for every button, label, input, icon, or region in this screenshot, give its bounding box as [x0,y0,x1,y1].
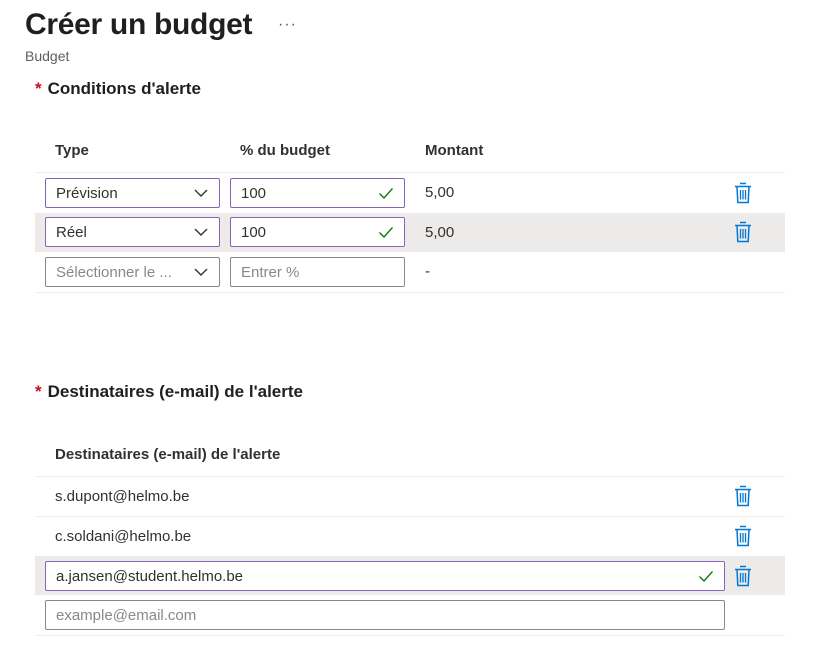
column-header-recipients: Destinataires (e-mail) de l'alerte [55,446,281,463]
type-select-row-2[interactable]: Réel [45,217,220,247]
type-select-new[interactable]: Sélectionner le ... [45,257,220,287]
page-title: Créer un budget [25,8,253,41]
percent-input-row-1[interactable]: 100 [230,178,405,208]
recipient-email-value: a.jansen@student.helmo.be [56,567,244,585]
checkmark-icon [379,227,394,239]
chevron-down-icon [194,268,208,276]
column-header-percent: % du budget [240,142,330,159]
required-mark: * [35,382,42,401]
divider [35,292,785,293]
column-header-amount: Montant [425,142,484,159]
percent-input-row-2[interactable]: 100 [230,217,405,247]
alert-conditions-label: Conditions d'alerte [47,79,201,98]
email-placeholder: example@email.com [56,606,197,624]
alert-recipients-label: Destinataires (e-mail) de l'alerte [47,382,303,401]
trash-icon[interactable] [734,485,752,507]
trash-icon[interactable] [734,221,752,243]
checkmark-icon [699,571,714,583]
page-subtitle: Budget [25,48,70,64]
percent-value: 100 [241,223,267,241]
alert-recipients-title: * Destinataires (e-mail) de l'alerte [35,382,303,402]
required-mark: * [35,79,42,98]
amount-value-row-1: 5,00 [425,184,455,201]
chevron-down-icon [194,228,208,236]
trash-icon[interactable] [734,182,752,204]
amount-value-new: - [425,263,430,280]
type-select-value: Prévision [56,184,118,202]
divider [35,516,785,517]
chevron-down-icon [194,189,208,197]
checkmark-icon [379,188,394,200]
column-header-type: Type [55,142,89,159]
trash-icon[interactable] [734,565,752,587]
amount-value-row-2: 5,00 [425,224,455,241]
recipient-email: s.dupont@helmo.be [55,488,190,505]
trash-icon[interactable] [734,525,752,547]
divider [35,635,785,636]
percent-value: 100 [241,184,267,202]
percent-input-new[interactable]: Entrer % [230,257,405,287]
alert-conditions-title: * Conditions d'alerte [35,79,201,99]
recipient-email-input-editing[interactable]: a.jansen@student.helmo.be [45,561,725,591]
new-recipient-email-input[interactable]: example@email.com [45,600,725,630]
type-select-row-1[interactable]: Prévision [45,178,220,208]
percent-placeholder: Entrer % [241,263,300,281]
divider [35,476,785,477]
type-select-placeholder: Sélectionner le ... [56,263,172,281]
type-select-value: Réel [56,223,87,241]
more-icon[interactable]: ··· [278,16,297,34]
recipient-email: c.soldani@helmo.be [55,528,192,545]
